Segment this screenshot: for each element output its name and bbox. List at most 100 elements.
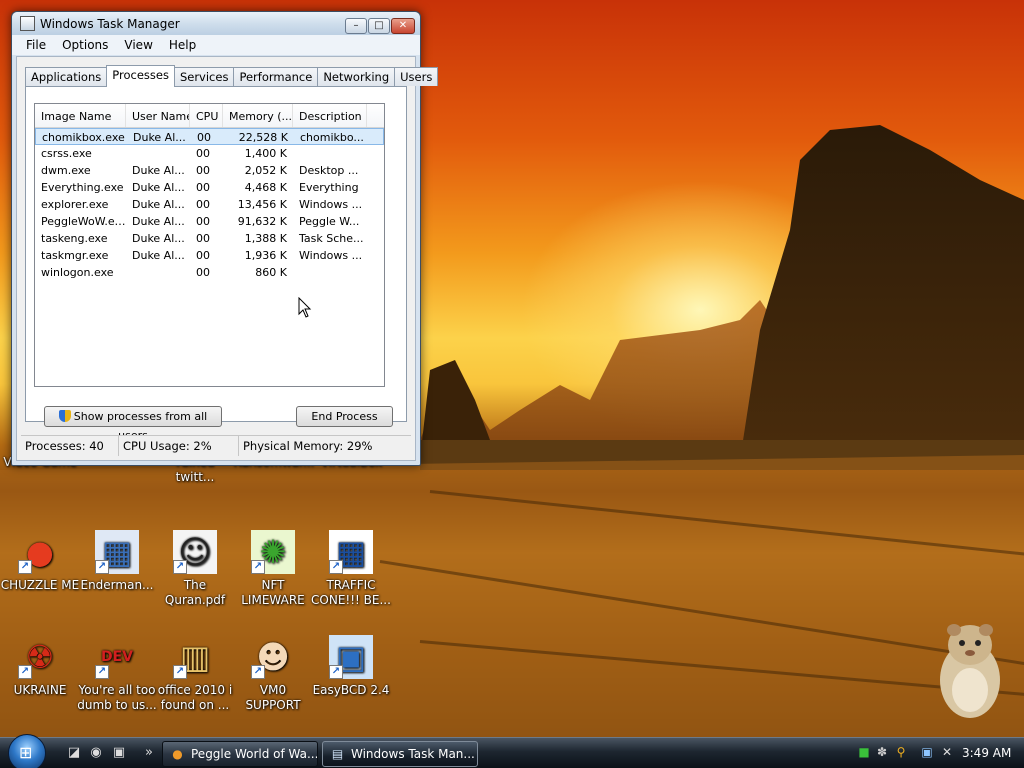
taskbar-item-peggle[interactable]: ● Peggle World of Wa... <box>162 741 318 767</box>
close-button[interactable]: ✕ <box>391 18 415 34</box>
tab-strip: Applications Processes Services Performa… <box>25 65 439 87</box>
task-manager-icon <box>20 16 35 31</box>
menu-file[interactable]: File <box>18 35 54 55</box>
cpu-cell: 00 <box>196 266 210 279</box>
maximize-button[interactable]: □ <box>368 18 390 34</box>
cpu-cell: 00 <box>196 215 210 228</box>
quick-launch-overflow-icon[interactable]: » <box>141 745 157 761</box>
column-description[interactable]: Description <box>293 104 367 127</box>
tray-network-icon[interactable]: ▣ <box>920 745 934 759</box>
quick-launch-browser-icon[interactable]: ◉ <box>88 745 104 761</box>
table-row[interactable]: PeggleWoW.exe Duke Al... 00 91,632 K Peggle … <box>35 213 384 230</box>
desktop-icon-label: CHUZZLE ME <box>0 578 80 592</box>
tray-green-icon[interactable]: ■ <box>857 745 871 759</box>
table-row[interactable]: taskmgr.exe Duke Al... 00 1,936 K Windows ..… <box>35 247 384 264</box>
desktop-icon[interactable]: ☻ ↗ VM0 SUPPORT <box>233 635 313 713</box>
pdf-icon: ☺ ↗ <box>173 530 217 574</box>
tray-search-icon[interactable]: ⚲ <box>894 745 908 759</box>
status-bar: Processes: 40 CPU Usage: 2% Physical Mem… <box>21 435 411 456</box>
table-row[interactable]: csrss.exe 00 1,400 K <box>35 145 384 162</box>
radiation-icon: ☢ ↗ <box>18 635 62 679</box>
process-list-header: Image Name User Name CPU Memory (... Des… <box>35 104 384 128</box>
shortcut-arrow-icon: ↗ <box>95 665 109 679</box>
window-client: Applications Processes Services Performa… <box>16 56 439 461</box>
tab-users[interactable]: Users <box>394 67 439 86</box>
user-name-cell: Duke Al... <box>132 181 185 194</box>
show-all-processes-button[interactable]: Show processes from all users <box>44 406 222 442</box>
tab-applications[interactable]: Applications <box>25 67 108 86</box>
desktop-icon[interactable]: ▣ ↗ EasyBCD 2.4 <box>311 635 391 698</box>
minimize-button[interactable]: – <box>345 18 367 34</box>
clock[interactable]: 3:49 AM <box>962 746 1011 760</box>
cpu-cell: 00 <box>196 147 210 160</box>
quick-launch-desktop-icon[interactable]: ▣ <box>111 745 127 761</box>
cpu-cell: 00 <box>196 198 210 211</box>
desktop-icon[interactable]: ☺ ↗ The Quran.pdf <box>155 530 235 608</box>
memory-cell: 860 K <box>255 266 287 279</box>
shortcut-arrow-icon: ↗ <box>251 560 265 574</box>
column-cpu[interactable]: CPU <box>190 104 223 127</box>
user-name-cell: Duke Al... <box>132 215 185 228</box>
image-name-cell: taskmgr.exe <box>41 249 109 262</box>
desktop-icon[interactable]: ✺ ↗ NFT LIMEWARE <box>233 530 313 608</box>
column-user-name[interactable]: User Name <box>126 104 190 127</box>
shortcut-arrow-icon: ↗ <box>329 560 343 574</box>
table-row[interactable]: chomikbox.exe Duke Al... 00 22,528 K chomikb… <box>35 128 384 145</box>
end-process-button[interactable]: End Process <box>296 406 393 427</box>
description-cell: Desktop ... <box>299 164 359 177</box>
limewire-icon: ✺ ↗ <box>251 530 295 574</box>
image-name-cell: PeggleWoW.exe <box>41 215 126 228</box>
taskbar-item-task-manager[interactable]: ▤ Windows Task Man... <box>322 741 478 767</box>
desktop-icon[interactable]: ▦ ↗ Enderman... <box>77 530 157 593</box>
description-cell <box>293 264 367 281</box>
table-row[interactable]: dwm.exe Duke Al... 00 2,052 K Desktop ... <box>35 162 384 179</box>
memory-cell: 13,456 K <box>237 198 287 211</box>
image-name-cell: chomikbox.exe <box>42 131 125 144</box>
start-button[interactable]: ⊞ <box>8 734 46 768</box>
description-cell: Peggle W... <box>299 215 360 228</box>
memory-cell: 1,388 K <box>244 232 287 245</box>
description-cell: Task Sche... <box>299 232 364 245</box>
tray-volume-muted-icon[interactable]: ✕ <box>940 745 954 759</box>
menu-help[interactable]: Help <box>161 35 204 55</box>
window-title: Windows Task Manager <box>40 17 180 31</box>
image-name-cell: winlogon.exe <box>41 266 114 279</box>
folder-icon: ▥ ↗ <box>173 635 217 679</box>
tab-services[interactable]: Services <box>173 67 235 86</box>
user-name-cell: Duke Al... <box>132 249 185 262</box>
shortcut-arrow-icon: ↗ <box>329 665 343 679</box>
description-cell: chomikbo... <box>300 131 364 144</box>
memory-cell: 1,936 K <box>244 249 287 262</box>
task-manager-window[interactable]: Windows Task Manager – □ ✕ File Options … <box>11 11 439 466</box>
description-cell: Windows ... <box>299 249 363 262</box>
desktop-icon-label: UKRAINE <box>13 683 67 697</box>
quick-launch-switch-icon[interactable]: ◪ <box>66 745 82 761</box>
table-row[interactable]: Everything.exe Duke Al... 00 4,468 K Everyth… <box>35 179 384 196</box>
tab-processes[interactable]: Processes <box>106 65 175 87</box>
table-row[interactable]: explorer.exe Duke Al... 00 13,456 K Windows … <box>35 196 384 213</box>
tray-paw-icon[interactable]: ✽ <box>875 745 889 759</box>
menu-view[interactable]: View <box>116 35 160 55</box>
table-row[interactable]: winlogon.exe 00 860 K <box>35 264 384 281</box>
desktop-icon-label: office 2010 i found on ... <box>157 683 233 712</box>
column-memory[interactable]: Memory (... <box>223 104 293 127</box>
table-row[interactable]: taskeng.exe Duke Al... 00 1,388 K Task Sche.… <box>35 230 384 247</box>
desktop-icon[interactable]: ☢ ↗ UKRAINE <box>0 635 80 698</box>
desktop-icon[interactable]: ● ↗ CHUZZLE ME <box>0 530 80 593</box>
tab-performance[interactable]: Performance <box>233 67 319 86</box>
shortcut-arrow-icon: ↗ <box>95 560 109 574</box>
title-bar[interactable]: Windows Task Manager – □ ✕ <box>12 12 420 35</box>
column-image-name[interactable]: Image Name <box>35 104 126 127</box>
desktop-icon[interactable]: ▥ ↗ office 2010 i found on ... <box>155 635 235 713</box>
menu-options[interactable]: Options <box>54 35 116 55</box>
user-name-cell: Duke Al... <box>132 198 185 211</box>
tab-networking[interactable]: Networking <box>317 67 396 86</box>
desktop-icon-label: EasyBCD 2.4 <box>312 683 390 697</box>
desktop-icon[interactable]: ▦ ↗ TRAFFIC CONE!!! BE... <box>311 530 391 608</box>
desktop-icon[interactable]: DEV ↗ You're all too dumb to us... <box>77 635 157 713</box>
user-name-cell <box>126 264 190 281</box>
cpu-cell: 00 <box>196 181 210 194</box>
memory-cell: 91,632 K <box>237 215 287 228</box>
cpu-cell: 00 <box>196 232 210 245</box>
process-list[interactable]: Image Name User Name CPU Memory (... Des… <box>34 103 385 387</box>
